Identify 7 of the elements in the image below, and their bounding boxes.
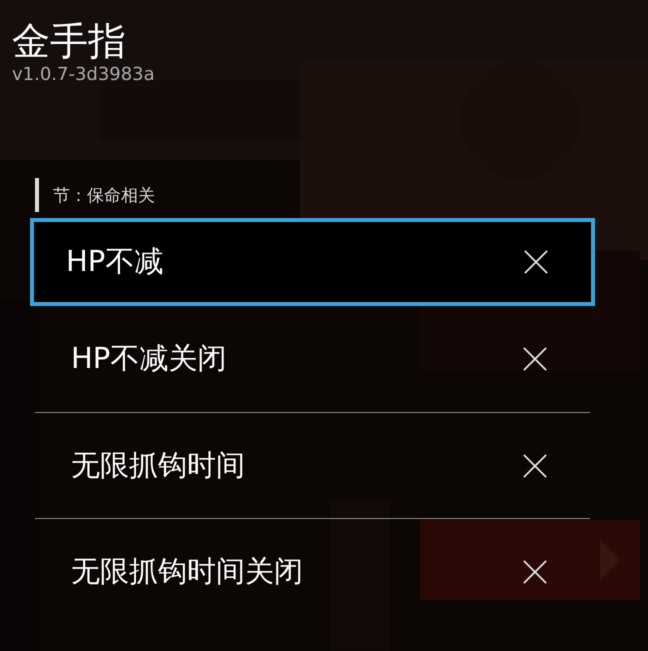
cheat-item[interactable]: HP不减 <box>30 218 595 306</box>
cheat-item[interactable]: 无限抓钩时间关闭 <box>35 518 590 624</box>
app-title: 金手指 <box>12 18 127 64</box>
version-label: v1.0.7-3d3983a <box>12 64 156 86</box>
cheat-item[interactable]: 无限抓钩时间 <box>35 412 590 518</box>
cheat-item[interactable]: HP不减关闭 <box>35 306 590 412</box>
section-heading: 节：保命相关 <box>53 184 155 206</box>
